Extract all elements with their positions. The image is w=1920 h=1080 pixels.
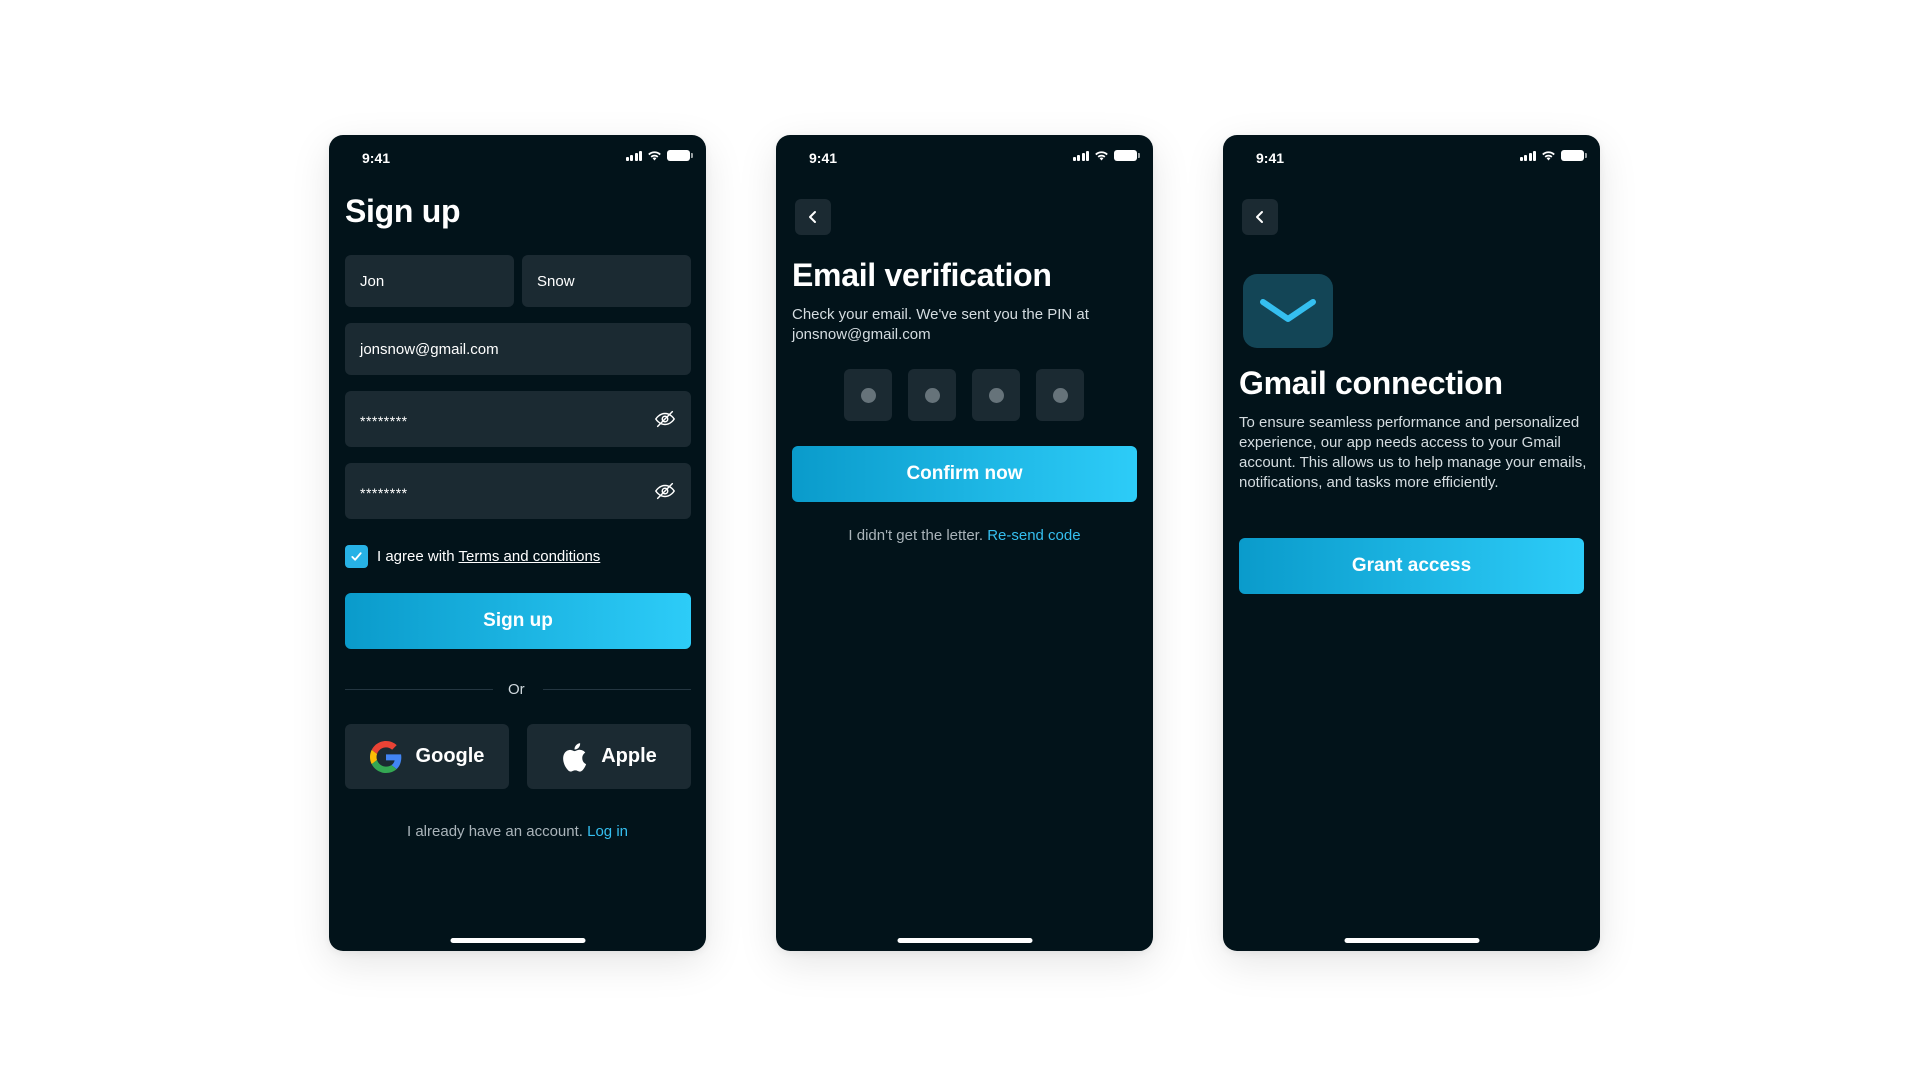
- signal-icon: [625, 150, 642, 161]
- status-bar: 9:41: [1223, 135, 1600, 179]
- pin-dot: [924, 387, 940, 403]
- terms-row: I agree with Terms and conditions: [345, 545, 600, 568]
- status-icons: [625, 150, 693, 161]
- gmail-connection-screen: 9:41 Gmail connection To ensure seamless…: [1223, 135, 1600, 951]
- signup-screen: 9:41 Sign up Jon Snow jonsnow@gmail.com …: [329, 135, 706, 951]
- eye-off-icon[interactable]: [654, 480, 676, 502]
- resend-prompt-text: I didn't get the letter.: [848, 527, 984, 544]
- verification-screen: 9:41 Email verification Check your email…: [776, 135, 1153, 951]
- canvas: 9:41 Sign up Jon Snow jonsnow@gmail.com …: [0, 0, 1920, 1080]
- confirm-password-value: ********: [360, 484, 408, 501]
- home-indicator: [1344, 938, 1479, 943]
- last-name-value: Snow: [537, 272, 575, 290]
- grant-access-button[interactable]: Grant access: [1239, 538, 1584, 594]
- apple-button[interactable]: Apple: [527, 724, 691, 789]
- battery-icon: [1561, 150, 1587, 161]
- status-bar: 9:41: [329, 135, 706, 179]
- divider-right: [543, 689, 691, 690]
- password-value: ********: [360, 412, 408, 429]
- pin-dot: [1052, 387, 1068, 403]
- page-title: Gmail connection: [1239, 365, 1503, 401]
- status-icons: [1072, 150, 1140, 161]
- password-field[interactable]: ********: [345, 391, 691, 447]
- login-link[interactable]: Log in: [587, 823, 628, 840]
- resend-link[interactable]: Re-send code: [987, 527, 1080, 544]
- agree-text: I agree with: [377, 548, 455, 565]
- page-title: Sign up: [345, 193, 461, 229]
- first-name-field[interactable]: Jon: [345, 255, 514, 307]
- apple-icon: [563, 742, 587, 772]
- pin-box[interactable]: [908, 369, 956, 421]
- chevron-left-icon: [809, 211, 816, 223]
- apple-label: Apple: [601, 745, 657, 767]
- back-button[interactable]: [795, 199, 831, 235]
- verification-description: Check your email. We've sent you the PIN…: [792, 306, 1089, 343]
- pin-dot: [988, 387, 1004, 403]
- gmail-description: To ensure seamless performance and perso…: [1239, 414, 1587, 491]
- pin-box[interactable]: [1036, 369, 1084, 421]
- email-field[interactable]: jonsnow@gmail.com: [345, 323, 691, 375]
- mail-icon: [1260, 299, 1316, 322]
- status-time: 9:41: [362, 150, 391, 166]
- signal-icon: [1519, 150, 1536, 161]
- google-label: Google: [415, 745, 485, 767]
- confirm-button[interactable]: Confirm now: [792, 446, 1137, 502]
- status-time: 9:41: [1256, 150, 1285, 166]
- home-indicator: [897, 938, 1032, 943]
- pin-box[interactable]: [972, 369, 1020, 421]
- status-bar: 9:41: [776, 135, 1153, 179]
- agree-checkbox[interactable]: [345, 545, 368, 568]
- pin-dot: [860, 387, 876, 403]
- login-prompt-text: I already have an account.: [407, 823, 583, 840]
- home-indicator: [450, 938, 585, 943]
- chevron-left-icon: [1256, 211, 1263, 223]
- email-value: jonsnow@gmail.com: [360, 340, 499, 358]
- status-time: 9:41: [809, 150, 838, 166]
- pin-box[interactable]: [844, 369, 892, 421]
- status-icons: [1519, 150, 1587, 161]
- terms-link[interactable]: Terms and conditions: [459, 548, 601, 565]
- battery-icon: [667, 150, 693, 161]
- back-button[interactable]: [1242, 199, 1278, 235]
- checkmark-icon: [351, 552, 362, 561]
- first-name-value: Jon: [360, 272, 385, 290]
- signup-button[interactable]: Sign up: [345, 593, 691, 649]
- confirm-password-field[interactable]: ********: [345, 463, 691, 519]
- divider-text: Or: [508, 681, 525, 698]
- wifi-icon: [648, 151, 661, 161]
- login-prompt: I already have an account. Log in: [329, 823, 706, 840]
- wifi-icon: [1095, 151, 1108, 161]
- page-title: Email verification: [792, 257, 1052, 293]
- wifi-icon: [1542, 151, 1555, 161]
- google-button[interactable]: Google: [345, 724, 509, 789]
- google-icon: [369, 740, 401, 773]
- signal-icon: [1072, 150, 1089, 161]
- battery-icon: [1114, 150, 1140, 161]
- resend-prompt: I didn't get the letter. Re-send code: [776, 527, 1153, 544]
- divider-left: [345, 689, 493, 690]
- eye-off-icon[interactable]: [654, 408, 676, 430]
- mail-tile: [1243, 274, 1333, 348]
- last-name-field[interactable]: Snow: [522, 255, 691, 307]
